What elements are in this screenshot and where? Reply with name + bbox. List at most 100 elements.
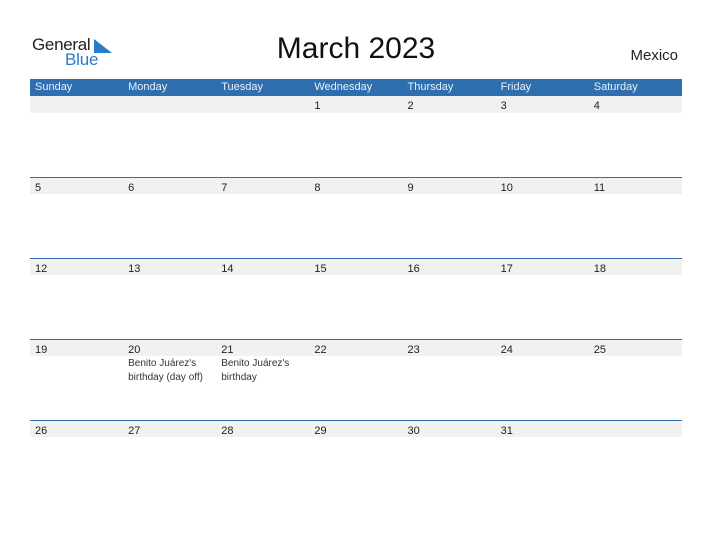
day-number: 23 (407, 344, 420, 356)
weekday-header: Sunday Monday Tuesday Wednesday Thursday… (30, 79, 682, 96)
date-bar: 19 20 21 22 23 24 25 (30, 340, 682, 356)
day-cell: 27 (123, 421, 216, 437)
day-number: 7 (221, 182, 228, 194)
day-cell: 20 (123, 340, 216, 356)
events-row (30, 113, 682, 114)
date-bar: 26 27 28 29 30 31 (30, 421, 682, 437)
holiday-event (123, 194, 216, 195)
holiday-event (496, 194, 589, 195)
day-cell (216, 96, 309, 113)
day-cell: 6 (123, 178, 216, 194)
calendar-grid: Sunday Monday Tuesday Wednesday Thursday… (30, 79, 682, 501)
day-cell: 8 (309, 178, 402, 194)
day-number: 18 (593, 263, 606, 275)
week-row: 1 2 3 4 (30, 96, 682, 177)
day-number: 30 (407, 425, 420, 437)
day-number: 5 (35, 182, 42, 194)
day-cell (123, 96, 216, 113)
holiday-event (309, 113, 402, 114)
day-cell: 28 (216, 421, 309, 437)
calendar-title: March 2023 (276, 32, 436, 65)
holiday-event (123, 275, 216, 276)
day-cell: 10 (496, 178, 589, 194)
weekday-sunday: Sunday (35, 81, 73, 93)
holiday-event (30, 194, 123, 195)
weekday-wednesday: Wednesday (314, 81, 373, 93)
holiday-event (30, 356, 123, 385)
day-number: 25 (593, 344, 606, 356)
holiday-event (309, 356, 402, 385)
day-cell (30, 96, 123, 113)
events-row (30, 194, 682, 195)
country-label: Mexico (630, 47, 678, 64)
day-number: 31 (500, 425, 513, 437)
day-number: 17 (500, 263, 513, 275)
day-number: 29 (314, 425, 327, 437)
day-number: 19 (35, 344, 48, 356)
holiday-event: Benito Juárez's birthday (day off) (128, 358, 203, 383)
day-number: 24 (500, 344, 513, 356)
day-number: 3 (500, 100, 507, 112)
holiday-event (589, 437, 682, 438)
holiday-event (309, 437, 402, 438)
day-cell: 22 (309, 340, 402, 356)
holiday-event (30, 113, 123, 114)
day-number: 22 (314, 344, 327, 356)
week-row: 12 13 14 15 16 17 18 (30, 258, 682, 339)
day-number: 6 (128, 182, 135, 194)
holiday-event (403, 194, 496, 195)
holiday-event (496, 113, 589, 114)
day-cell: 7 (216, 178, 309, 194)
events-row (30, 275, 682, 276)
day-cell: 24 (496, 340, 589, 356)
day-number: 12 (35, 263, 48, 275)
day-cell: 1 (309, 96, 402, 113)
day-cell: 13 (123, 259, 216, 275)
day-cell: 4 (589, 96, 682, 113)
day-number: 9 (407, 182, 414, 194)
day-number: 4 (593, 100, 600, 112)
weekday-monday: Monday (128, 81, 168, 93)
holiday-event (403, 113, 496, 114)
holiday-event (403, 437, 496, 438)
day-cell: 17 (496, 259, 589, 275)
day-number: 16 (407, 263, 420, 275)
weekday-thursday: Thursday (407, 81, 454, 93)
holiday-event (403, 275, 496, 276)
holiday-event (30, 437, 123, 438)
day-number: 8 (314, 182, 321, 194)
day-number: 14 (221, 263, 234, 275)
week-row: 19 20 21 22 23 24 25 Benito Juárez's birthday (… (30, 339, 682, 420)
day-cell: 19 (30, 340, 123, 356)
date-bar: 5 6 7 8 9 10 11 (30, 178, 682, 194)
holiday-event (216, 194, 309, 195)
holiday-event (496, 437, 589, 438)
holiday-event (403, 356, 496, 385)
day-number: 10 (500, 182, 513, 194)
day-cell: 14 (216, 259, 309, 275)
day-cell: 18 (589, 259, 682, 275)
day-cell: 2 (403, 96, 496, 113)
day-cell: 16 (403, 259, 496, 275)
day-cell: 25 (589, 340, 682, 356)
holiday-event (216, 437, 309, 438)
holiday-event (309, 275, 402, 276)
day-cell: 15 (309, 259, 402, 275)
day-number: 13 (128, 263, 141, 275)
date-bar: 12 13 14 15 16 17 18 (30, 259, 682, 275)
day-cell: 11 (589, 178, 682, 194)
day-number: 27 (128, 425, 141, 437)
weekday-friday: Friday (500, 81, 532, 93)
day-cell: 21 (216, 340, 309, 356)
week-row: 26 27 28 29 30 31 (30, 420, 682, 501)
holiday-event (589, 275, 682, 276)
holiday-event (216, 113, 309, 114)
date-bar: 1 2 3 4 (30, 96, 682, 113)
day-number: 1 (314, 100, 321, 112)
day-cell: 23 (403, 340, 496, 356)
holiday-event (309, 194, 402, 195)
day-cell: 29 (309, 421, 402, 437)
weekday-saturday: Saturday (593, 81, 638, 93)
day-number: 2 (407, 100, 414, 112)
holiday-event (496, 275, 589, 276)
